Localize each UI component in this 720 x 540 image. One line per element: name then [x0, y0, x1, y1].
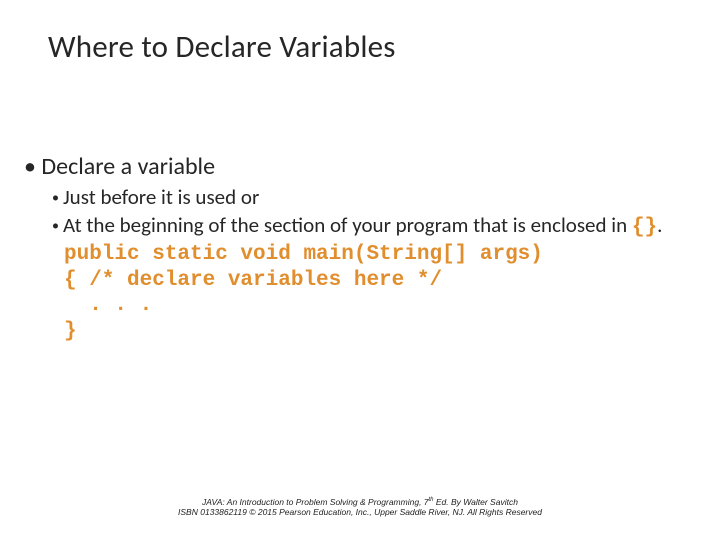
bullet-dot-icon: • — [52, 217, 63, 234]
code-line-3: . . . — [64, 294, 152, 317]
footer-line-2: ISBN 0133862119 © 2015 Pearson Education… — [0, 507, 720, 518]
slide-title: Where to Declare Variables — [48, 28, 396, 66]
footer-line-1b: Ed. By Walter Savitch — [434, 497, 518, 507]
slide: Where to Declare Variables Declare a var… — [0, 0, 720, 540]
footer-line-1: JAVA: An Introduction to Problem Solving… — [0, 497, 720, 508]
code-line-2: { /* declare variables here */ — [64, 269, 442, 292]
bullet-level2-a-text: Just before it is used or — [63, 184, 259, 210]
bullet-dot-icon: • — [52, 189, 63, 206]
code-inline-braces: {} — [632, 216, 657, 239]
bullet-level1: Declare a variable — [24, 152, 696, 181]
bullet-level2-b-pre: At the beginning of the section of your … — [63, 212, 632, 238]
code-line-4: } — [64, 320, 77, 343]
slide-body: Declare a variable •Just before it is us… — [24, 152, 696, 345]
code-block: public static void main(String[] args) {… — [64, 242, 696, 344]
slide-footer: JAVA: An Introduction to Problem Solving… — [0, 497, 720, 518]
bullet-level2-a: •Just before it is used or — [52, 185, 696, 211]
bullet-level2-b: •At the beginning of the section of your… — [52, 213, 696, 241]
bullet-level2-b-post: . — [657, 212, 662, 238]
code-line-1: public static void main(String[] args) — [64, 243, 543, 266]
footer-line-1a: JAVA: An Introduction to Problem Solving… — [202, 497, 428, 507]
